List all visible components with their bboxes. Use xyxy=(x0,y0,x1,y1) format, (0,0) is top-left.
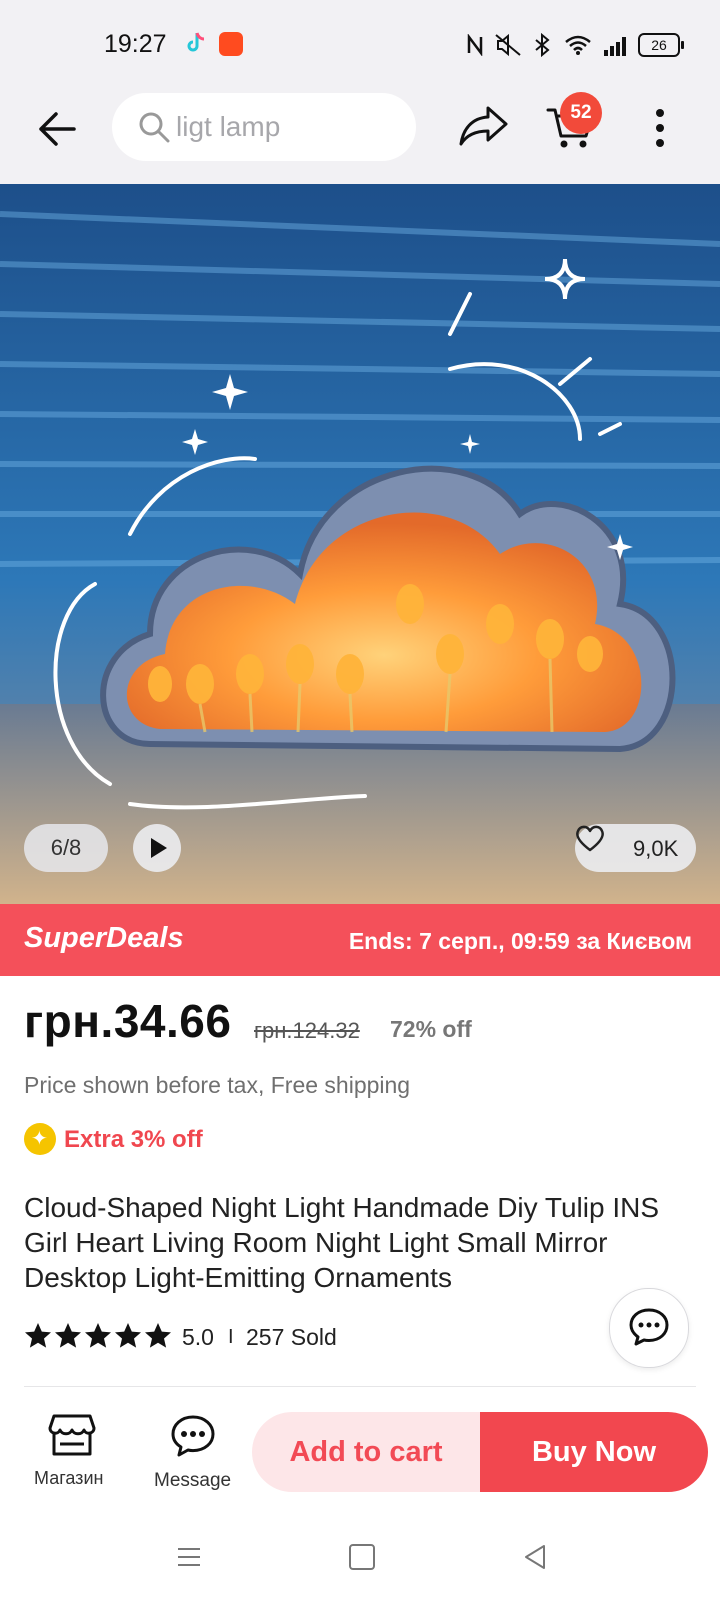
sold-count: 257 Sold xyxy=(246,1324,337,1350)
play-video-button[interactable] xyxy=(133,824,181,872)
product-photo xyxy=(0,184,720,904)
chat-button[interactable] xyxy=(609,1288,689,1368)
wifi-icon xyxy=(565,35,591,55)
rating-value: 5.0 xyxy=(182,1324,214,1350)
back-arrow-icon[interactable] xyxy=(36,108,78,150)
superdeals-title: SuperDeals xyxy=(24,922,184,954)
signal-icon xyxy=(604,37,626,56)
share-icon[interactable] xyxy=(458,104,510,148)
divider xyxy=(24,1386,696,1387)
message-label[interactable]: Message xyxy=(154,1470,231,1492)
discount-percent: 72% off xyxy=(390,1016,472,1042)
nfc-icon xyxy=(467,34,483,56)
more-icon[interactable] xyxy=(654,108,666,148)
bluetooth-icon xyxy=(535,33,550,57)
extra-discount[interactable]: Extra 3% off xyxy=(64,1126,203,1154)
status-time: 19:27 xyxy=(104,30,167,58)
battery-icon: 26 xyxy=(638,33,684,57)
nav-back-icon[interactable] xyxy=(522,1543,548,1571)
status-bar: 19:27 26 xyxy=(0,0,720,86)
tax-shipping-note: Price shown before tax, Free shipping xyxy=(24,1072,411,1098)
add-to-cart-button[interactable]: Add to cart xyxy=(252,1412,480,1492)
star-icon xyxy=(85,1323,111,1348)
product-title: Cloud-Shaped Night Light Handmade Diy Tu… xyxy=(24,1192,660,1293)
superdeals-banner[interactable]: SuperDeals Ends: 7 серп., 09:59 за Києво… xyxy=(0,904,720,976)
star-icon xyxy=(115,1323,141,1348)
search-bar[interactable]: ligt lamp xyxy=(112,93,416,161)
rating-stars xyxy=(24,1322,172,1350)
chat-icon xyxy=(629,1308,669,1346)
product-image-gallery[interactable]: 6/8 9,0K xyxy=(0,184,720,904)
image-counter: 6/8 xyxy=(24,824,108,872)
rating-separator: I xyxy=(228,1326,234,1348)
heart-icon xyxy=(576,825,604,852)
coin-icon xyxy=(24,1123,56,1155)
recent-apps-icon[interactable] xyxy=(176,1544,202,1570)
original-price: грн.124.32 xyxy=(254,1018,360,1043)
search-icon xyxy=(139,112,170,143)
search-input[interactable]: ligt lamp xyxy=(176,111,280,143)
star-icon xyxy=(25,1323,51,1348)
deal-ends-text: Ends: 7 серп., 09:59 за Києвом xyxy=(348,928,692,954)
store-label[interactable]: Магазин xyxy=(34,1468,103,1489)
tiktok-icon xyxy=(187,32,205,52)
star-icon xyxy=(55,1323,81,1348)
aliexpress-app-icon xyxy=(219,32,243,56)
wishlist-count: 9,0K xyxy=(633,836,679,861)
cart-count-badge: 52 xyxy=(560,92,602,134)
buy-now-button[interactable]: Buy Now xyxy=(480,1412,708,1492)
star-icon xyxy=(145,1323,171,1348)
current-price: грн.34.66 xyxy=(24,995,232,1047)
status-icons: 26 xyxy=(466,32,684,58)
home-icon[interactable] xyxy=(349,1544,375,1570)
top-header: ligt lamp 52 xyxy=(0,86,720,184)
wishlist-button[interactable]: 9,0K xyxy=(575,824,696,872)
message-icon[interactable] xyxy=(170,1414,216,1458)
store-icon[interactable] xyxy=(48,1412,96,1458)
system-nav-bar xyxy=(0,1520,720,1600)
mute-icon xyxy=(495,33,521,57)
